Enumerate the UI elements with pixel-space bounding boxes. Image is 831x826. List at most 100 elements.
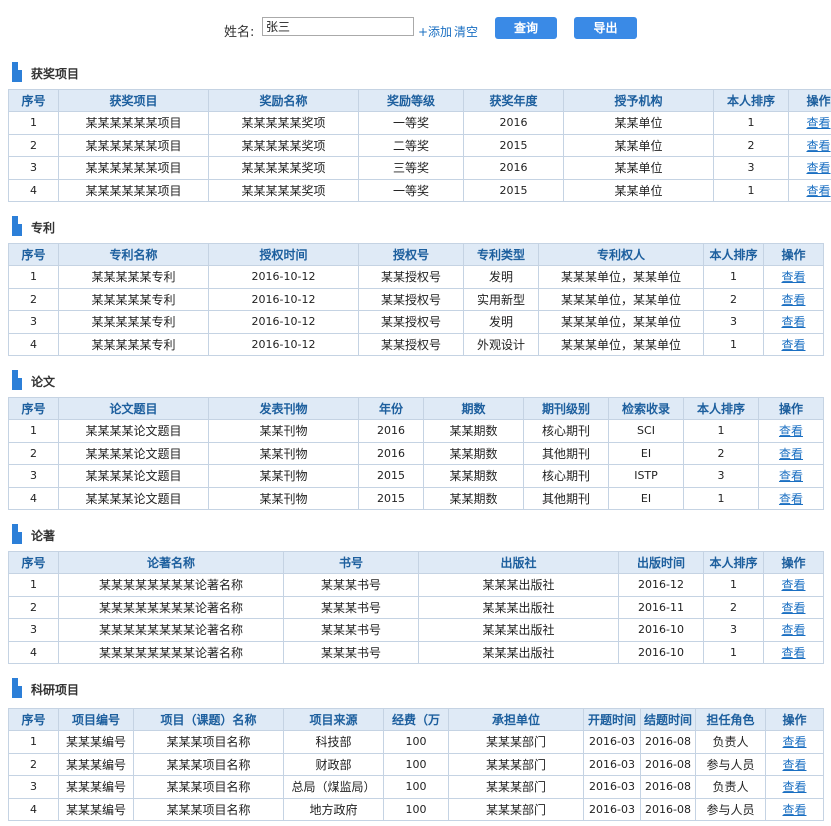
table-cell: 某某某某某某某某论著名称 bbox=[58, 595, 284, 619]
query-button[interactable]: 查询 bbox=[495, 17, 557, 39]
table-cell: 财政部 bbox=[283, 752, 384, 776]
table-cell: EI bbox=[608, 441, 684, 465]
column-header: 期刊级别 bbox=[523, 397, 609, 420]
table-cell: 2016-10 bbox=[618, 640, 704, 664]
export-button[interactable]: 导出 bbox=[574, 17, 637, 39]
table-cell: ISTP bbox=[608, 464, 684, 488]
table-header-row: 序号 论著名称 书号 出版社 出版时间 本人排序 操作 bbox=[8, 551, 824, 574]
table-cell: 2015 bbox=[463, 133, 564, 157]
view-link[interactable]: 查看 bbox=[782, 758, 806, 772]
action-cell: 查看 bbox=[763, 595, 824, 619]
table-cell: 某某某书号 bbox=[283, 595, 419, 619]
table-cell: 某某期数 bbox=[423, 441, 524, 465]
table-row: 2 某某某某某某某某论著名称 某某某书号 某某某出版社 2016-11 2 查看 bbox=[8, 595, 824, 619]
table-row: 4 某某某编号 某某某项目名称 地方政府 100 某某某部门 2016-03 2016-08 参… bbox=[8, 797, 824, 821]
table-cell: 某某授权号 bbox=[358, 332, 464, 356]
column-header: 期数 bbox=[423, 397, 524, 420]
column-header: 专利名称 bbox=[58, 243, 209, 266]
view-link[interactable]: 查看 bbox=[781, 270, 805, 284]
column-header: 出版社 bbox=[418, 551, 619, 574]
table-cell: 某某某出版社 bbox=[418, 618, 619, 642]
table-cell: 某某某项目名称 bbox=[133, 752, 284, 776]
table-cell: 2016 bbox=[358, 419, 424, 443]
table-cell: 1 bbox=[703, 332, 764, 356]
view-link[interactable]: 查看 bbox=[806, 139, 830, 153]
table-cell: 某某某书号 bbox=[283, 573, 419, 597]
view-link[interactable]: 查看 bbox=[779, 447, 803, 461]
table-row: 4 某某某某某某某某论著名称 某某某书号 某某某出版社 2016-10 1 查看 bbox=[8, 640, 824, 664]
view-link[interactable]: 查看 bbox=[806, 116, 830, 130]
view-link[interactable]: 查看 bbox=[781, 315, 805, 329]
table-cell: 2016-10-12 bbox=[208, 332, 359, 356]
view-link[interactable]: 查看 bbox=[781, 646, 805, 660]
action-cell: 查看 bbox=[788, 178, 831, 202]
view-link[interactable]: 查看 bbox=[782, 780, 806, 794]
column-header: 奖励名称 bbox=[208, 89, 359, 112]
action-cell: 查看 bbox=[788, 156, 831, 180]
table-cell: 某某某编号 bbox=[58, 730, 134, 754]
table-cell: 某某某某论文题目 bbox=[58, 464, 209, 488]
view-link[interactable]: 查看 bbox=[779, 469, 803, 483]
view-link[interactable]: 查看 bbox=[779, 492, 803, 506]
view-link[interactable]: 查看 bbox=[781, 601, 805, 615]
table-cell: 2016-08 bbox=[640, 752, 696, 776]
action-cell: 查看 bbox=[758, 486, 824, 510]
table-cell: 发明 bbox=[463, 265, 539, 289]
table-cell: 2016-12 bbox=[618, 573, 704, 597]
column-header: 项目（课题）名称 bbox=[133, 708, 284, 731]
add-link[interactable]: +添加 bbox=[418, 23, 452, 40]
column-header: 发表刊物 bbox=[208, 397, 359, 420]
table-cell: EI bbox=[608, 486, 684, 510]
clear-link[interactable]: 清空 bbox=[454, 23, 478, 40]
table-cell: 某某刊物 bbox=[208, 441, 359, 465]
action-cell: 查看 bbox=[763, 573, 824, 597]
column-header: 项目编号 bbox=[58, 708, 134, 731]
action-cell: 查看 bbox=[763, 287, 824, 311]
column-header: 操作 bbox=[763, 551, 824, 574]
table-cell: 某某某某论文题目 bbox=[58, 486, 209, 510]
column-header: 检索收录 bbox=[608, 397, 684, 420]
table-cell: 某某授权号 bbox=[358, 265, 464, 289]
table-cell: 某某刊物 bbox=[208, 419, 359, 443]
table-cell: 负责人 bbox=[695, 775, 766, 799]
view-link[interactable]: 查看 bbox=[782, 803, 806, 817]
table-cell: SCI bbox=[608, 419, 684, 443]
section-title-text: 论文 bbox=[31, 375, 56, 389]
view-link[interactable]: 查看 bbox=[806, 184, 830, 198]
table-row: 1 某某某编号 某某某项目名称 科技部 100 某某某部门 2016-03 2016-08 负责… bbox=[8, 730, 824, 754]
view-link[interactable]: 查看 bbox=[781, 578, 805, 592]
action-cell: 查看 bbox=[763, 618, 824, 642]
column-header: 获奖项目 bbox=[58, 89, 209, 112]
name-input[interactable] bbox=[262, 17, 414, 36]
view-link[interactable]: 查看 bbox=[781, 623, 805, 637]
table-cell: 2015 bbox=[463, 178, 564, 202]
table-row: 1 某某某某某专利 2016-10-12 某某授权号 发明 某某某单位，某某单位 1 查看 bbox=[8, 265, 824, 289]
view-link[interactable]: 查看 bbox=[781, 293, 805, 307]
view-link[interactable]: 查看 bbox=[779, 424, 803, 438]
table-cell: 2016-11 bbox=[618, 595, 704, 619]
table-row: 4 某某某某某某项目 某某某某某奖项 一等奖 2015 某某单位 1 查看 bbox=[8, 178, 831, 202]
table-cell: 2016 bbox=[463, 156, 564, 180]
patents-table: 序号 专利名称 授权时间 授权号 专利类型 专利权人 本人排序 操作 1 某某某某某专利 2016… bbox=[8, 243, 824, 356]
view-link[interactable]: 查看 bbox=[806, 161, 830, 175]
column-header: 项目来源 bbox=[283, 708, 384, 731]
table-cell: 某某单位 bbox=[563, 156, 714, 180]
column-header: 操作 bbox=[763, 243, 824, 266]
table-cell: 3 bbox=[8, 156, 59, 180]
table-row: 1 某某某某某某某某论著名称 某某某书号 某某某出版社 2016-12 1 查看 bbox=[8, 573, 824, 597]
section-title-monographs: 论著 bbox=[12, 524, 212, 544]
research-projects-table: 序号 项目编号 项目（课题）名称 项目来源 经费（万 承担单位 开题时间 结题时间 担任角色 操作… bbox=[8, 708, 824, 821]
section-title-text: 获奖项目 bbox=[31, 67, 80, 81]
table-cell: 2 bbox=[713, 133, 789, 157]
table-row: 2 某某某某某专利 2016-10-12 某某授权号 实用新型 某某某单位，某某单位 2 查看 bbox=[8, 287, 824, 311]
table-cell: 某某某某某某项目 bbox=[58, 111, 209, 135]
column-header: 序号 bbox=[8, 397, 59, 420]
table-cell: 1 bbox=[8, 419, 59, 443]
view-link[interactable]: 查看 bbox=[782, 735, 806, 749]
view-link[interactable]: 查看 bbox=[781, 338, 805, 352]
table-cell: 某某某单位，某某单位 bbox=[538, 265, 704, 289]
column-header: 论著名称 bbox=[58, 551, 284, 574]
table-row: 2 某某某编号 某某某项目名称 财政部 100 某某某部门 2016-03 2016-08 参与… bbox=[8, 752, 824, 776]
table-cell: 2015 bbox=[358, 464, 424, 488]
table-cell: 某某某书号 bbox=[283, 618, 419, 642]
